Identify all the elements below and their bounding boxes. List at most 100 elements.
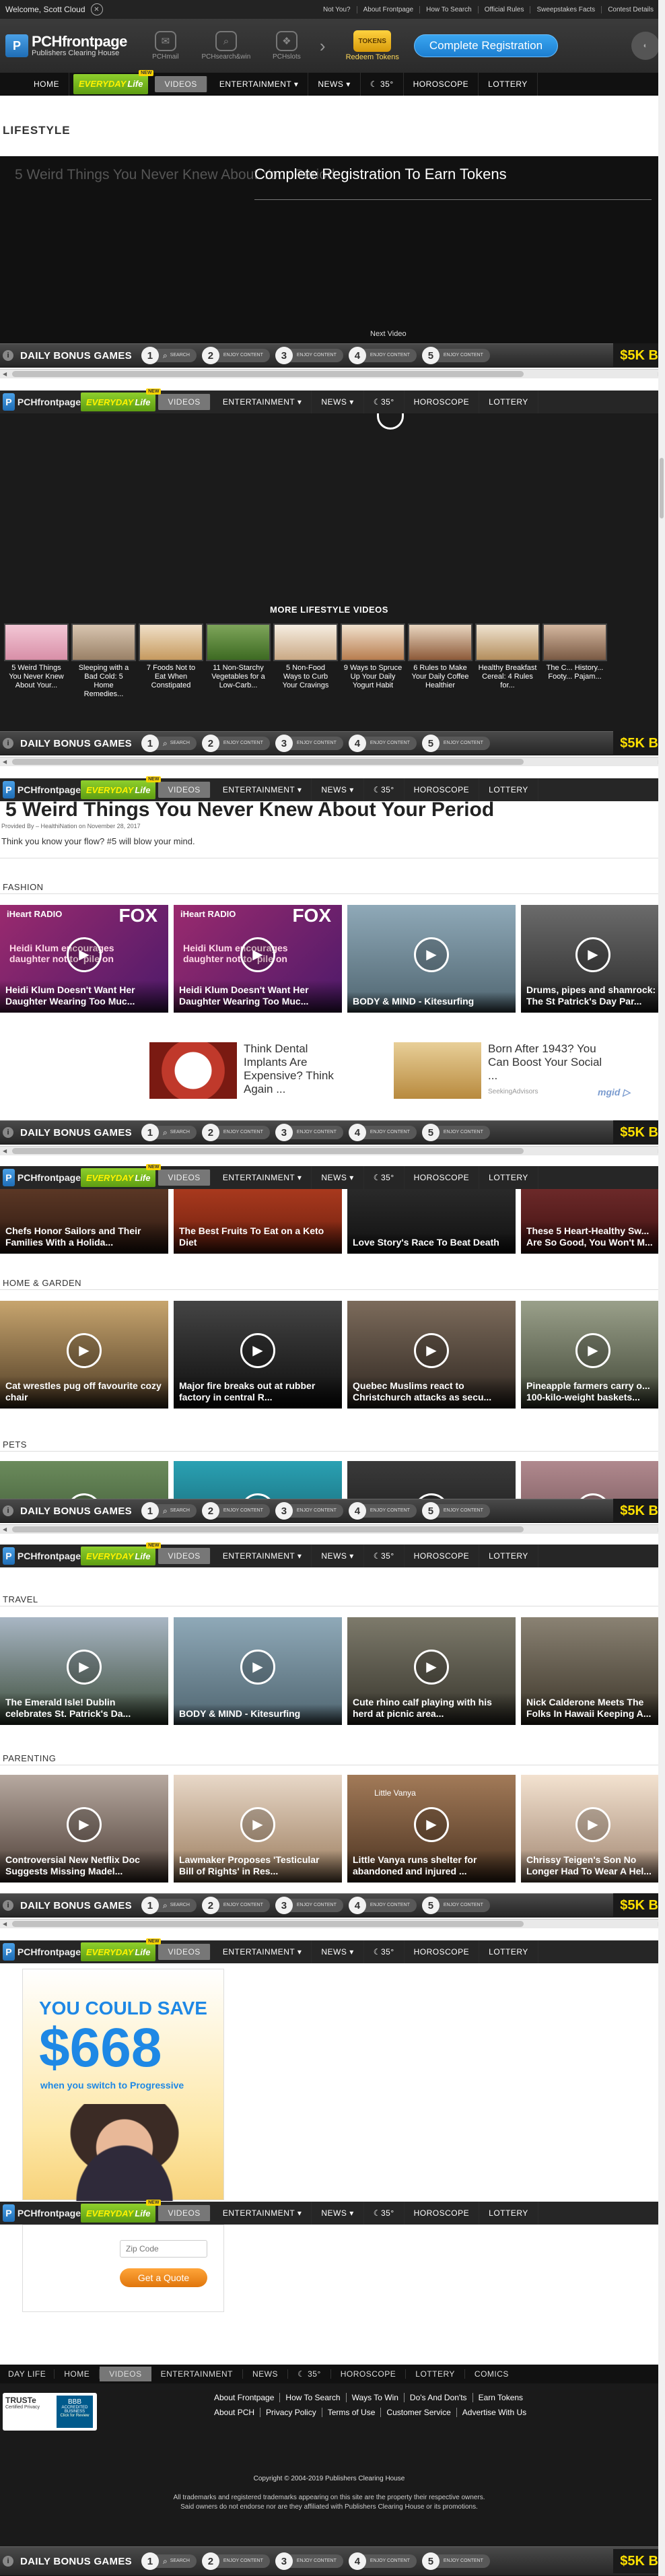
- footer-link[interactable]: About PCH: [209, 2408, 261, 2417]
- sponsored-ad-2[interactable]: Born After 1943? You Can Boost Your Soci…: [394, 1042, 602, 1099]
- next-video-label[interactable]: Next Video: [370, 330, 407, 338]
- nav-entertainment[interactable]: ENTERTAINMENT ▾: [213, 391, 312, 413]
- nav-lottery[interactable]: LOTTERY: [479, 72, 538, 96]
- nav-news[interactable]: NEWS ▾: [312, 391, 364, 413]
- horizontal-scrollbar[interactable]: ◀▶: [0, 757, 665, 766]
- nav-lottery[interactable]: LOTTERY: [479, 391, 538, 413]
- bonus-step-2[interactable]: 2 ENJOY CONTENT: [201, 735, 270, 752]
- horizontal-scrollbar[interactable]: ◀▶: [0, 1919, 665, 1928]
- video-card[interactable]: iHeart RADIO FOX Heidi Klum encourages d…: [174, 905, 342, 1013]
- lifestyle-thumb[interactable]: 6 Rules to Make Your Daily Coffee Health…: [408, 623, 473, 699]
- nav-news[interactable]: NEWS ▾: [308, 72, 361, 96]
- lifestyle-thumb[interactable]: 11 Non-Starchy Vegetables for a Low-Carb…: [206, 623, 271, 699]
- nav-pchmail[interactable]: ✉ PCHmail: [141, 31, 190, 61]
- video-card[interactable]: Love Story's Race To Beat Death: [347, 1189, 516, 1254]
- video-card[interactable]: ▶ Drums, pipes and shamrock: The St Patr…: [521, 905, 665, 1013]
- info-icon[interactable]: i: [3, 350, 13, 361]
- bonus-prize[interactable]: $5K B: [613, 343, 665, 368]
- info-icon[interactable]: i: [3, 1127, 13, 1138]
- bonus-step-5[interactable]: 5 ENJOY CONTENT: [421, 735, 490, 752]
- lifestyle-thumb[interactable]: 5 Weird Things You Never Knew About Your…: [4, 623, 69, 699]
- video-card[interactable]: iHeart RADIO FOX Heidi Klum encourages d…: [0, 905, 168, 1013]
- nav-pchslots[interactable]: ❖ PCHslots: [262, 31, 312, 61]
- link-official-rules[interactable]: Official Rules: [477, 5, 530, 13]
- video-card[interactable]: ▶ BODY & MIND - Kitesurfing: [174, 1617, 342, 1725]
- nav-pchsearch[interactable]: ⌕ PCHsearch&win: [201, 31, 251, 61]
- footer-link[interactable]: Privacy Policy: [260, 2408, 322, 2417]
- bbb-badge[interactable]: BBB ACCREDITED BUSINESS Click for Review: [57, 2396, 93, 2428]
- footer-link[interactable]: How To Search: [280, 2393, 347, 2402]
- info-icon[interactable]: i: [3, 1505, 13, 1516]
- bonus-step-5[interactable]: 5 ENJOY CONTENT: [421, 347, 490, 364]
- video-card[interactable]: ▶ Controversial New Netflix Doc Suggests …: [0, 1775, 168, 1883]
- bonus-step-2[interactable]: 2 ENJOY CONTENT: [201, 347, 270, 364]
- horizontal-scrollbar[interactable]: ◀▶: [0, 1146, 665, 1155]
- truste-badge[interactable]: TRUSTe Certified Privacy: [5, 2396, 53, 2428]
- footer-nav-home[interactable]: HOME: [55, 2369, 100, 2379]
- horizontal-scrollbar[interactable]: ◀▶: [0, 369, 665, 378]
- video-card[interactable]: ▶ Chrissy Teigen's Son No Longer Had To W…: [521, 1775, 665, 1883]
- sponsored-ad-1[interactable]: Think Dental Implants Are Expensive? Thi…: [149, 1042, 351, 1099]
- video-card[interactable]: The Best Fruits To Eat on a Keto Diet: [174, 1189, 342, 1254]
- sticky-logo[interactable]: P PCHfrontpage: [0, 393, 81, 411]
- zip-code-input[interactable]: [120, 2240, 207, 2258]
- video-card[interactable]: ▶ Lawmaker Proposes 'Testicular Bill of R…: [174, 1775, 342, 1883]
- redeem-tokens[interactable]: TOKENS Redeem Tokens: [346, 30, 399, 61]
- page-scrollbar[interactable]: [658, 0, 665, 2576]
- horizontal-scrollbar[interactable]: ◀▶: [0, 1524, 665, 1534]
- link-how-to-search[interactable]: How To Search: [419, 5, 478, 13]
- footer-nav-videos[interactable]: VIDEOS: [100, 2367, 151, 2381]
- lifestyle-thumb[interactable]: Sleeping with a Bad Cold: 5 Home Remedie…: [71, 623, 136, 699]
- video-player[interactable]: 5 Weird Things You Never Knew About Your…: [0, 156, 658, 345]
- link-sweepstakes-facts[interactable]: Sweepstakes Facts: [530, 5, 601, 13]
- video-card[interactable]: ▶: [521, 1461, 665, 1499]
- get-quote-button[interactable]: Get a Quote: [120, 2268, 207, 2287]
- nav-horoscope[interactable]: HOROSCOPE: [405, 391, 480, 413]
- video-card[interactable]: These 5 Heart-Healthy Sw... Are So Good,…: [521, 1189, 665, 1254]
- play-icon[interactable]: [377, 413, 404, 430]
- bonus-step-3[interactable]: 3 ENJOY CONTENT: [275, 735, 343, 752]
- info-icon[interactable]: i: [3, 1900, 13, 1911]
- video-card[interactable]: ▶: [0, 1461, 168, 1499]
- footer-nav-entertainment[interactable]: ENTERTAINMENT: [151, 2369, 244, 2379]
- nav-weather[interactable]: ☾ 35°: [361, 72, 404, 96]
- footer-nav-news[interactable]: NEWS: [243, 2369, 289, 2379]
- video-card[interactable]: ▶ Cat wrestles pug off favourite cozy cha…: [0, 1301, 168, 1409]
- bonus-step-3[interactable]: 3 ENJOY CONTENT: [275, 347, 343, 364]
- close-icon[interactable]: ✕: [90, 3, 103, 15]
- mgid-logo[interactable]: mgid ▷: [598, 1087, 630, 1098]
- video-card[interactable]: ▶: [174, 1461, 342, 1499]
- lifestyle-thumb[interactable]: Healthy Breakfast Cereal: 4 Rules for...: [475, 623, 540, 699]
- video-card[interactable]: ▶ Pineapple farmers carry o... 100-kilo-w…: [521, 1301, 665, 1409]
- footer-nav-daylife[interactable]: DAY LIFE: [0, 2369, 55, 2379]
- footer-link[interactable]: Do's And Don'ts: [405, 2393, 473, 2402]
- nav-weather[interactable]: ☾ 35°: [364, 391, 405, 413]
- avatar[interactable]: ◐: [631, 32, 660, 60]
- video-card[interactable]: ▶ Cute rhino calf playing with his herd a…: [347, 1617, 516, 1725]
- video-card[interactable]: Little Vanya ▶ Little Vanya runs shelter f…: [347, 1775, 516, 1883]
- bonus-step-1[interactable]: 1 ⌕ SEARCH: [141, 735, 197, 752]
- footer-link[interactable]: Ways To Win: [347, 2393, 405, 2402]
- registration-overlay-title[interactable]: Complete Registration To Earn Tokens: [254, 166, 507, 183]
- video-card[interactable]: Nick Calderone Meets The Folks In Hawaii…: [521, 1617, 665, 1725]
- nav-home[interactable]: HOME: [0, 72, 69, 96]
- video-card[interactable]: ▶ Major fire breaks out at rubber factory…: [174, 1301, 342, 1409]
- video-card[interactable]: ▶: [347, 1461, 516, 1499]
- lifestyle-thumb[interactable]: 9 Ways to Spruce Up Your Daily Yogurt Ha…: [341, 623, 405, 699]
- footer-link[interactable]: Earn Tokens: [473, 2393, 529, 2402]
- link-contest-details[interactable]: Contest Details: [601, 5, 660, 13]
- footer-link[interactable]: Advertise With Us: [457, 2408, 532, 2417]
- progressive-ad[interactable]: YOU COULD SAVE $668 when you switch to P…: [22, 1969, 224, 2201]
- nav-entertainment[interactable]: ENTERTAINMENT ▾: [210, 72, 309, 96]
- link-not-you[interactable]: Not You?: [317, 6, 357, 13]
- link-about-frontpage[interactable]: About Frontpage: [356, 5, 420, 13]
- video-card[interactable]: ▶ The Emerald Isle! Dublin celebrates St.…: [0, 1617, 168, 1725]
- footer-nav-horoscope[interactable]: HOROSCOPE: [331, 2369, 407, 2379]
- info-icon[interactable]: i: [3, 738, 13, 749]
- info-icon[interactable]: i: [3, 2556, 13, 2567]
- footer-nav-comics[interactable]: COMICS: [465, 2369, 518, 2379]
- bonus-step-4[interactable]: 4 ENJOY CONTENT: [348, 735, 417, 752]
- video-card[interactable]: Chefs Honor Sailors and Their Families W…: [0, 1189, 168, 1254]
- lifestyle-thumb[interactable]: 5 Non-Food Ways to Curb Your Cravings: [273, 623, 338, 699]
- nav-everyday-life[interactable]: EVERYDAY Life NEW: [73, 69, 154, 94]
